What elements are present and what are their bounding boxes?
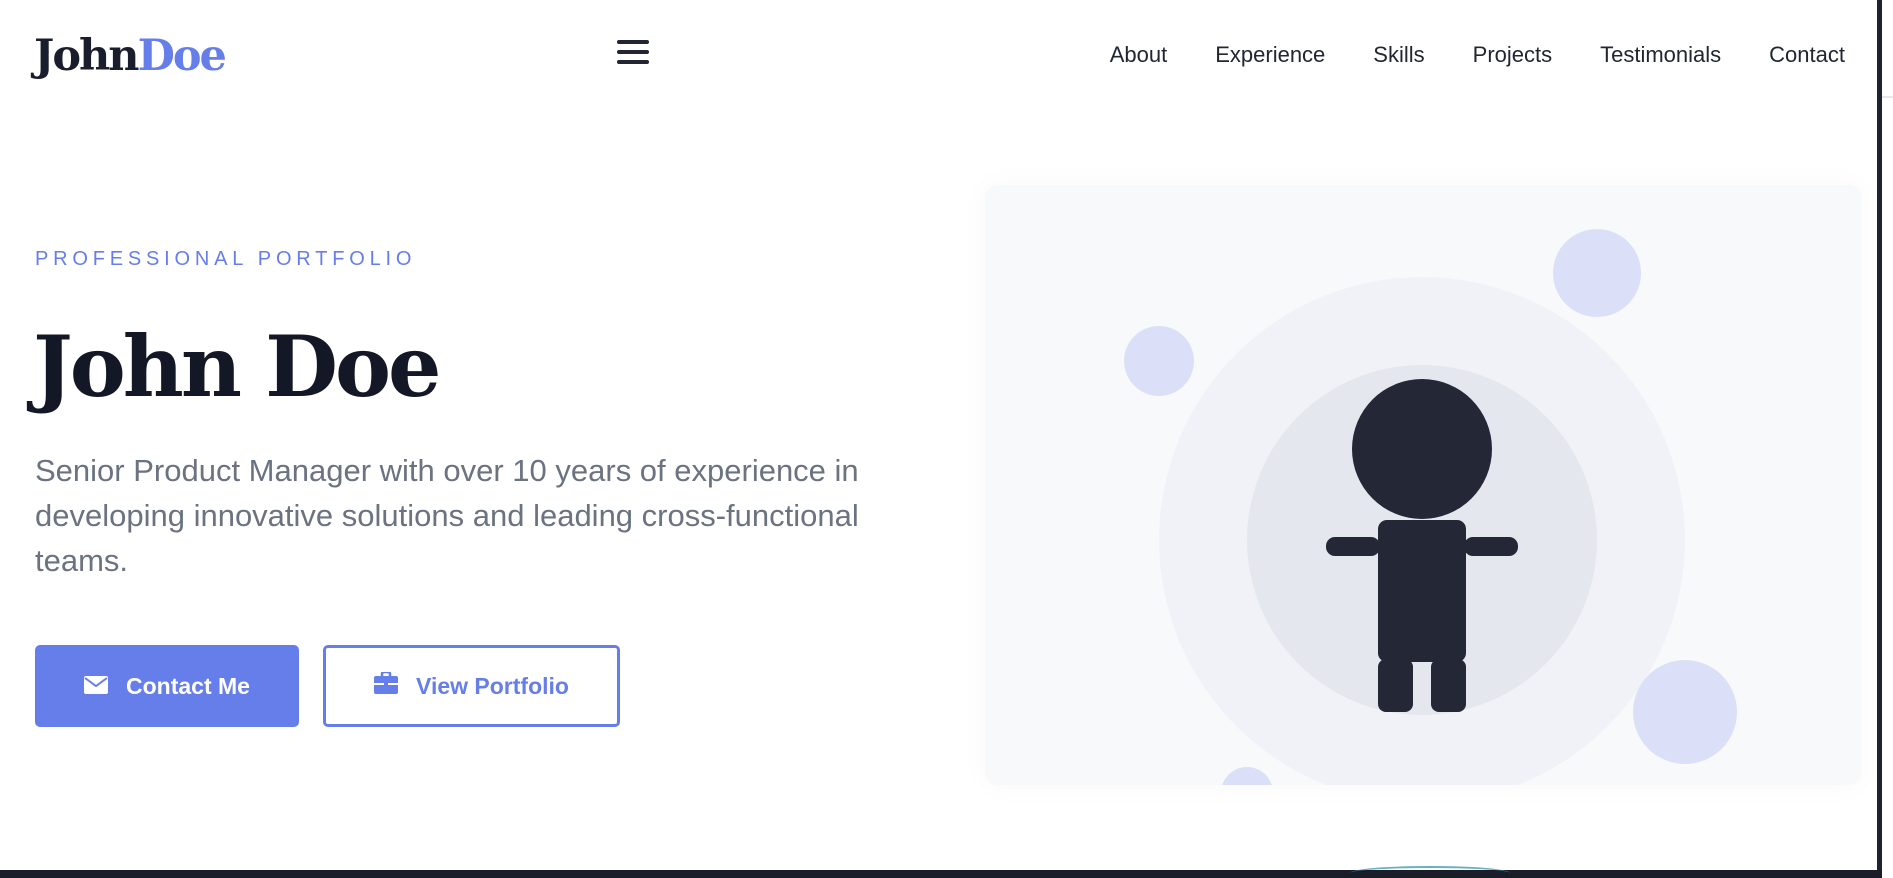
page: JohnDoe About Experience Skills Projects…	[0, 0, 1877, 870]
main-nav: About Experience Skills Projects Testimo…	[1110, 40, 1845, 70]
hero-illustration	[985, 185, 1861, 785]
nav-link-testimonials[interactable]: Testimonials	[1600, 40, 1721, 70]
contact-me-button[interactable]: Contact Me	[35, 645, 299, 727]
hamburger-menu-icon[interactable]	[617, 40, 649, 70]
hero-eyebrow: PROFESSIONAL PORTFOLIO	[35, 248, 417, 270]
nav-link-projects[interactable]: Projects	[1473, 40, 1552, 70]
scrollbar-edge	[1877, 0, 1882, 878]
nav-link-about[interactable]: About	[1110, 40, 1168, 70]
hero-title: John Doe	[33, 317, 441, 416]
person-figure-icon	[1124, 229, 1737, 785]
contact-me-label: Contact Me	[126, 672, 250, 699]
view-portfolio-button[interactable]: View Portfolio	[323, 645, 620, 727]
nav-link-skills[interactable]: Skills	[1373, 40, 1424, 70]
hero-description: Senior Product Manager with over 10 year…	[35, 453, 859, 578]
bottom-edge-glow	[1350, 866, 1510, 878]
logo-last-name: Doe	[137, 31, 227, 81]
briefcase-icon	[374, 670, 399, 700]
bottom-edge	[0, 870, 1882, 878]
envelope-icon	[84, 673, 109, 700]
logo-first-name: John	[34, 31, 140, 81]
nav-link-experience[interactable]: Experience	[1215, 40, 1325, 70]
view-portfolio-label: View Portfolio	[416, 672, 569, 699]
nav-link-contact[interactable]: Contact	[1769, 40, 1845, 70]
site-logo[interactable]: JohnDoe	[34, 30, 227, 82]
window-edge-divider	[1882, 96, 1893, 98]
